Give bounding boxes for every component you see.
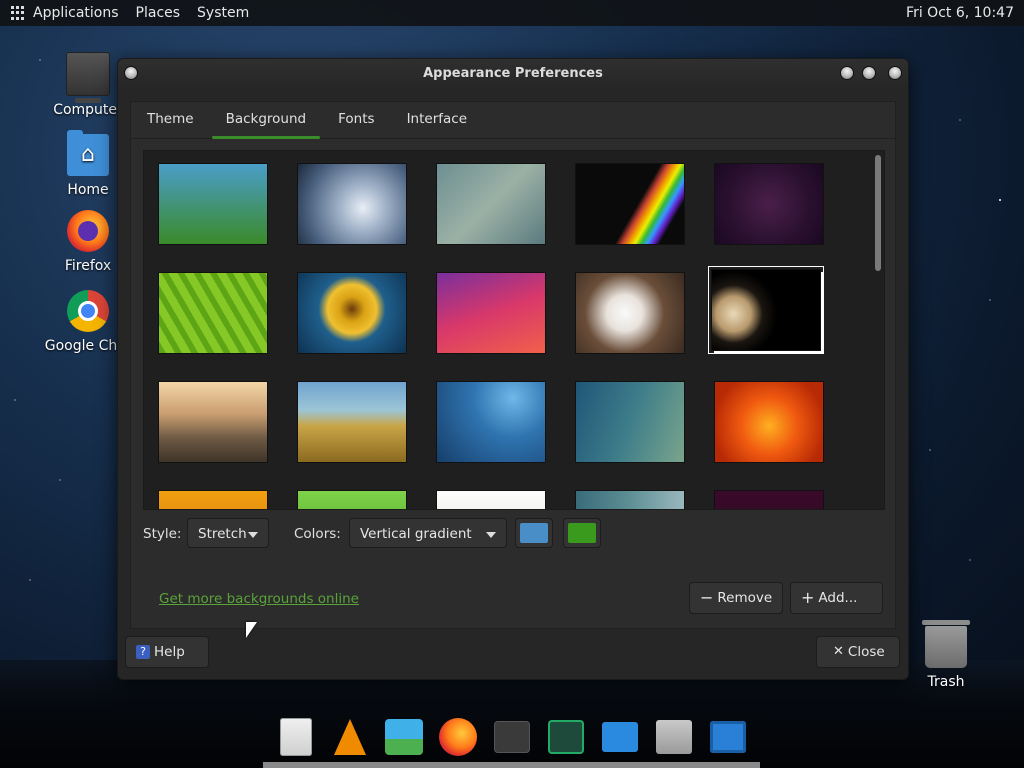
- thumbnail-purple-partial[interactable]: [714, 490, 824, 509]
- desktop-icon-trash[interactable]: Trash: [898, 620, 994, 690]
- thumbnail-arch-prism[interactable]: [575, 163, 685, 245]
- dock-item-system-monitor[interactable]: [542, 713, 590, 761]
- thumbnail-sunflower[interactable]: [297, 272, 407, 354]
- thumbnail-soft-teal-blur[interactable]: [436, 163, 546, 245]
- vlc-icon: [334, 719, 366, 755]
- thumbnail-grass-beach[interactable]: [297, 381, 407, 463]
- tab-bar: Theme Background Fonts Interface: [131, 102, 895, 139]
- dock-item-blank-window[interactable]: [596, 713, 644, 761]
- colors-combo-value: Vertical gradient: [360, 526, 472, 542]
- blank-window-icon: [602, 722, 638, 752]
- remove-button[interactable]: − Remove: [689, 582, 783, 614]
- tab-background[interactable]: Background: [210, 102, 323, 139]
- maximize-button[interactable]: [862, 66, 876, 80]
- chrome-icon: [67, 290, 109, 332]
- help-button[interactable]: ? Help: [125, 636, 209, 668]
- dock-item-workspace-switcher[interactable]: [704, 713, 752, 761]
- thumbnail-orange-flower[interactable]: [714, 381, 824, 463]
- terminal-icon: [494, 721, 530, 753]
- thumbnail-teal-bokeh[interactable]: [575, 381, 685, 463]
- style-label: Style:: [143, 526, 182, 542]
- thumbnail-space-planets[interactable]: [714, 163, 824, 245]
- window-title: Appearance Preferences: [423, 66, 603, 81]
- chevron-down-icon: [248, 532, 258, 538]
- thumbnail-green-grass-partial[interactable]: [297, 490, 407, 509]
- menu-places[interactable]: Places: [136, 5, 181, 21]
- thumbnail-white-blossoms[interactable]: [575, 272, 685, 354]
- preferences-notebook: Theme Background Fonts Interface Style: …: [130, 101, 896, 629]
- appearance-preferences-window: Appearance Preferences Theme Background …: [117, 58, 909, 680]
- get-more-backgrounds-link[interactable]: Get more backgrounds online: [159, 591, 359, 607]
- firefox-icon: [67, 210, 109, 252]
- applications-grid-icon[interactable]: [11, 6, 25, 20]
- style-combo-value: Stretch: [198, 526, 247, 542]
- home-folder-icon: [67, 130, 109, 176]
- style-row: Style: Stretch Colors: Vertical gradient: [131, 512, 895, 552]
- thumbnail-pink-waves[interactable]: [436, 272, 546, 354]
- tab-fonts[interactable]: Fonts: [322, 102, 390, 138]
- window-close-button[interactable]: [888, 66, 902, 80]
- archive-manager-icon: [656, 720, 692, 754]
- chevron-down-icon: [486, 532, 496, 538]
- secondary-color-button[interactable]: [563, 518, 601, 548]
- primary-color-swatch: [520, 523, 548, 543]
- thumbnail-sunset-road[interactable]: [158, 381, 268, 463]
- thumbnail-green-blue-gradient[interactable]: [158, 163, 268, 245]
- mouse-pointer-icon: [246, 622, 257, 638]
- background-gallery[interactable]: [143, 150, 885, 510]
- desktop-icon-label: Trash: [927, 674, 965, 690]
- image-viewer-icon: [385, 719, 423, 755]
- window-titlebar[interactable]: Appearance Preferences: [118, 59, 908, 89]
- tab-interface[interactable]: Interface: [391, 102, 483, 138]
- gallery-scrollbar[interactable]: [875, 155, 881, 271]
- minus-icon: −: [700, 588, 714, 607]
- computer-icon: [66, 52, 110, 103]
- help-button-label: Help: [154, 644, 185, 660]
- thumbnail-blue-abstract[interactable]: [436, 381, 546, 463]
- colors-combo[interactable]: Vertical gradient: [349, 518, 507, 548]
- dock-bar: [263, 762, 760, 768]
- menu-applications[interactable]: Applications: [33, 5, 119, 21]
- colors-label: Colors:: [294, 526, 341, 542]
- close-button-label: Close: [847, 644, 885, 660]
- dock: [272, 710, 752, 764]
- secondary-color-swatch: [568, 523, 596, 543]
- dock-item-image-viewer[interactable]: [380, 713, 428, 761]
- firefox-icon: [439, 718, 477, 756]
- thumbnail-green-leaf[interactable]: [158, 272, 268, 354]
- plus-icon: +: [801, 588, 815, 607]
- tab-theme[interactable]: Theme: [131, 102, 210, 138]
- minimize-button[interactable]: [840, 66, 854, 80]
- thumbnail-teal-partial[interactable]: [575, 490, 685, 509]
- dock-item-vlc[interactable]: [326, 713, 374, 761]
- thumbnail-white-partial[interactable]: [436, 490, 546, 509]
- dock-item-firefox[interactable]: [434, 713, 482, 761]
- primary-color-button[interactable]: [515, 518, 553, 548]
- remove-button-label: Remove: [717, 590, 773, 606]
- panel-clock[interactable]: Fri Oct 6, 10:47: [906, 5, 1014, 21]
- text-editor-icon: [280, 718, 312, 756]
- add-button[interactable]: + Add...: [790, 582, 883, 614]
- style-combo[interactable]: Stretch: [187, 518, 269, 548]
- add-button-label: Add...: [818, 590, 858, 606]
- thumbnail-yellow-flower-partial[interactable]: [158, 490, 268, 509]
- dock-item-terminal[interactable]: [488, 713, 536, 761]
- close-icon: ✕: [833, 644, 844, 659]
- trash-icon: [922, 620, 970, 668]
- dock-item-text-editor[interactable]: [272, 713, 320, 761]
- top-panel: Applications Places System Fri Oct 6, 10…: [0, 0, 1024, 26]
- thumbnail-jupiter[interactable]: [708, 266, 824, 354]
- thumbnail-water-drop[interactable]: [297, 163, 407, 245]
- system-monitor-icon: [548, 720, 584, 754]
- dock-item-archive-manager[interactable]: [650, 713, 698, 761]
- help-icon: ?: [136, 645, 150, 659]
- menu-system[interactable]: System: [197, 5, 249, 21]
- workspace-switcher-icon: [710, 721, 746, 753]
- close-button[interactable]: ✕ Close: [816, 636, 900, 668]
